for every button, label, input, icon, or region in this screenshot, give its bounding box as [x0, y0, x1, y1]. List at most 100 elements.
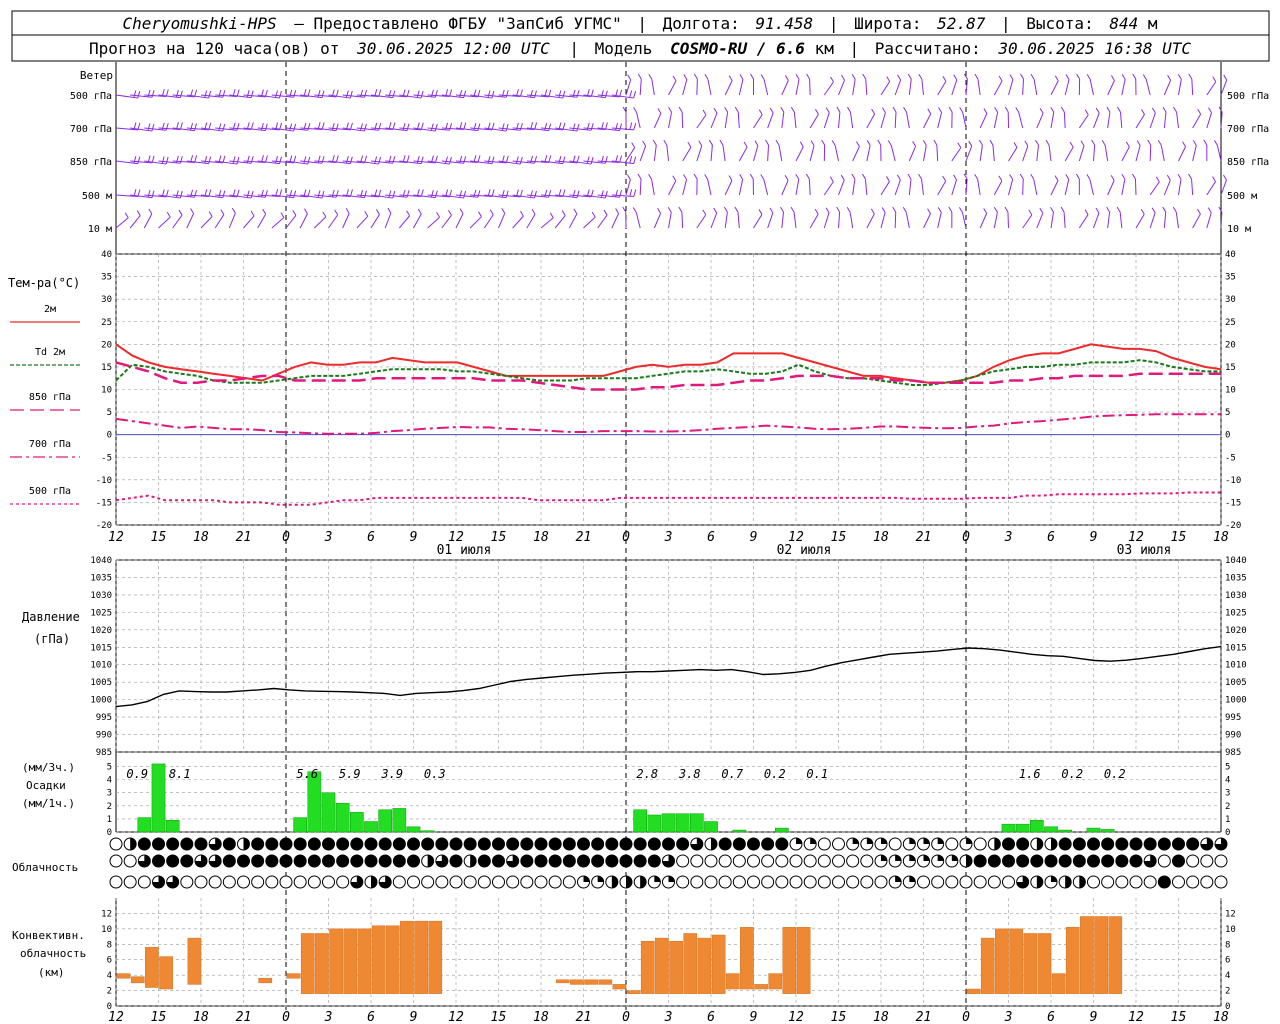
cloud-fill [470, 855, 477, 867]
pressure-tick-left: 1010 [90, 661, 112, 671]
wind-barb-feather [236, 123, 240, 131]
conv-bar [555, 979, 570, 984]
wind-barb-feather [629, 122, 633, 130]
wind-barb-feather [1147, 139, 1152, 146]
wind-barb [781, 212, 785, 229]
wind-barb-feather [663, 139, 668, 146]
cloud-circle [562, 854, 576, 868]
wind-barb [1163, 112, 1167, 129]
cloud-circle [562, 837, 576, 851]
conv-tick-right: 2 [1225, 987, 1230, 997]
cloud-circle [548, 854, 562, 868]
cloud-circle [180, 837, 194, 851]
time-tick-label: 15 [831, 1010, 847, 1024]
pressure-tick-left: 1035 [90, 573, 112, 583]
wind-barb-feather [619, 190, 623, 198]
cloud-circle [761, 875, 775, 889]
wind-barb-feather [739, 74, 744, 80]
cloud-circle [732, 837, 746, 851]
temp-tick-right: 0 [1225, 431, 1230, 441]
wind-barb-feather [307, 156, 311, 165]
conv-bar [300, 933, 315, 994]
wind-barb-feather [322, 211, 327, 218]
wind-barb [1036, 145, 1040, 162]
cloud-circle [591, 837, 605, 851]
wind-barb-feather [530, 190, 533, 198]
cloud-circle [208, 875, 222, 889]
wind-barb-feather [704, 174, 709, 180]
wind-barb [852, 146, 860, 162]
wind-barb-feather [918, 73, 923, 80]
cloud-title: Облачность [12, 861, 78, 874]
wind-barb-feather [175, 90, 179, 98]
cloud-circle [293, 875, 307, 889]
wind-barb-feather [1075, 173, 1080, 180]
cloud-circle [279, 837, 293, 851]
wind-barb [1134, 178, 1137, 196]
wind-barb-feather [349, 189, 353, 197]
legend-label-t2m: 2м [44, 304, 56, 315]
wind-barb-feather [463, 190, 467, 199]
wind-barb-feather [810, 140, 815, 146]
wind-barb-feather [927, 208, 931, 214]
wind-barb [992, 145, 995, 162]
conv-bar [371, 925, 386, 994]
wind-barb-feather [388, 90, 392, 98]
sep-5: | [849, 39, 859, 58]
wind-barb-feather [728, 75, 733, 81]
cloud-circle [180, 854, 194, 868]
wind-barb-feather [165, 89, 169, 97]
cloud-circle [860, 875, 874, 889]
cloud-circle [1129, 837, 1143, 851]
wind-barb-feather [1024, 140, 1029, 147]
cloud-circle [1200, 875, 1214, 889]
precip-bar [1058, 829, 1073, 833]
wind-barb-feather [165, 156, 169, 165]
wind-barb-feather [360, 190, 364, 198]
cloud-circle [1186, 837, 1200, 851]
wind-barb-feather [784, 75, 789, 81]
time-tick-label: 12 [108, 530, 124, 545]
wind-barb-feather [760, 174, 765, 180]
wind-barb [1206, 181, 1216, 196]
wind-barb-feather [463, 156, 467, 164]
wind-barb-feather [806, 73, 811, 80]
wind-barb-feather [463, 122, 467, 130]
wind-barb [951, 79, 958, 96]
cloud-circle [1087, 875, 1100, 889]
time-tick-label: 15 [1171, 530, 1187, 545]
day-label: 01 июля [437, 543, 492, 558]
temp-tick-left: 15 [101, 363, 112, 373]
cloud-circle [152, 837, 165, 851]
conv-bar [697, 937, 712, 994]
wind-barb-feather [515, 156, 519, 164]
wind-barb-feather [250, 122, 254, 130]
wind-barb-feather [750, 73, 754, 80]
lon-label: Долгота: [663, 14, 740, 33]
cloud-circle [718, 875, 732, 889]
conv-tick-left: 0 [107, 1002, 112, 1012]
wind-barb-feather [148, 208, 153, 215]
wind-barb-feather [993, 207, 998, 213]
cloud-circle [761, 837, 775, 851]
time-tick-label: 9 [750, 1010, 758, 1024]
cloud-circle [676, 837, 690, 851]
wind-barb [738, 179, 744, 196]
cloud-fill [923, 855, 930, 861]
wind-barb [937, 212, 942, 229]
wind-barb-feather [445, 156, 448, 164]
alt-value: 844 [1109, 14, 1138, 33]
wind-barb-feather [1076, 73, 1081, 80]
wind-barb [469, 216, 482, 229]
precip-bar [151, 763, 166, 833]
wind-barb [710, 112, 718, 129]
cloud-circle [973, 875, 987, 889]
wind-barb-feather [179, 90, 183, 98]
wind-barb-feather [430, 123, 434, 131]
wind-barb [1149, 112, 1156, 129]
wind-barb [977, 79, 981, 96]
wind-barb [1064, 79, 1070, 96]
wind-barb [668, 80, 677, 96]
wind-barb-feather [1020, 73, 1024, 80]
wind-barb-feather [683, 74, 688, 80]
